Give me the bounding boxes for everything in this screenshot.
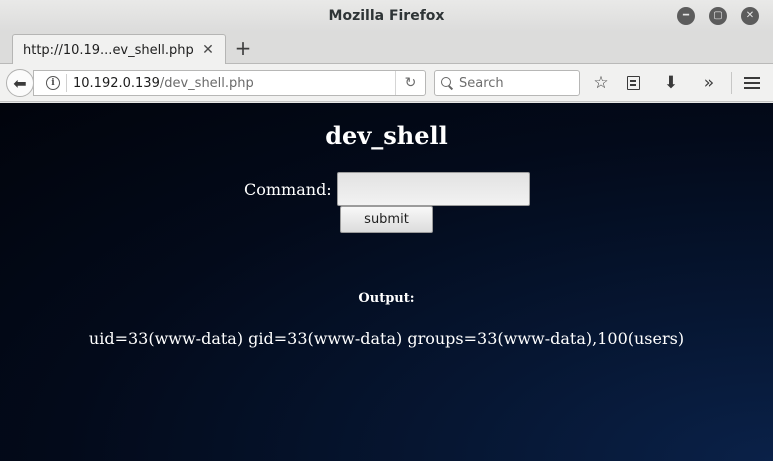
close-icon[interactable]: ✕: [741, 7, 759, 25]
info-icon[interactable]: i: [46, 76, 60, 90]
url-text[interactable]: 10.192.0.139/dev_shell.php: [73, 76, 395, 91]
search-icon: [441, 77, 453, 89]
command-input[interactable]: [336, 172, 530, 206]
overflow-chevron-icon[interactable]: »: [697, 71, 721, 95]
tab-strip: http://10.19...ev_shell.php ✕ +: [0, 32, 773, 65]
output-heading: Output:: [358, 291, 415, 306]
command-label: Command:: [244, 179, 332, 199]
url-path: /dev_shell.php: [159, 75, 254, 91]
reader-list-icon[interactable]: [621, 71, 645, 95]
toolbar-separator: [731, 72, 732, 94]
tab-close-icon[interactable]: ✕: [201, 42, 215, 58]
output-text: uid=33(www-data) gid=33(www-data) groups…: [88, 329, 685, 348]
window-titlebar: Mozilla Firefox ━ ▢ ✕: [0, 0, 773, 32]
search-bar[interactable]: [434, 70, 580, 96]
window-title: Mozilla Firefox: [328, 8, 445, 24]
page-title: dev_shell: [325, 121, 448, 150]
submit-button[interactable]: submit: [340, 206, 433, 233]
tab-label: http://10.19...ev_shell.php: [23, 42, 194, 58]
tab-dev-shell[interactable]: http://10.19...ev_shell.php ✕: [12, 34, 226, 65]
url-host: 10.192.0.139: [73, 75, 160, 91]
page-content: dev_shell Command: submit Output: uid=33…: [0, 103, 773, 461]
download-icon[interactable]: ⬇: [659, 71, 683, 95]
back-icon[interactable]: ⬅: [6, 69, 34, 97]
maximize-icon[interactable]: ▢: [709, 7, 727, 25]
navigation-toolbar: ⬅ i 10.192.0.139/dev_shell.php ↻ ☆ ⬇ »: [0, 64, 773, 102]
new-tab-icon[interactable]: +: [232, 36, 254, 60]
bookmark-star-icon[interactable]: ☆: [589, 71, 613, 95]
minimize-icon[interactable]: ━: [677, 7, 695, 25]
command-form: Command:: [244, 172, 530, 206]
search-input[interactable]: [459, 75, 569, 91]
window-controls: ━ ▢ ✕: [677, 7, 759, 25]
url-separator: [66, 74, 67, 92]
hamburger-menu-icon[interactable]: [740, 71, 764, 95]
url-bar[interactable]: i 10.192.0.139/dev_shell.php ↻: [33, 70, 426, 96]
reload-icon[interactable]: ↻: [395, 71, 425, 95]
